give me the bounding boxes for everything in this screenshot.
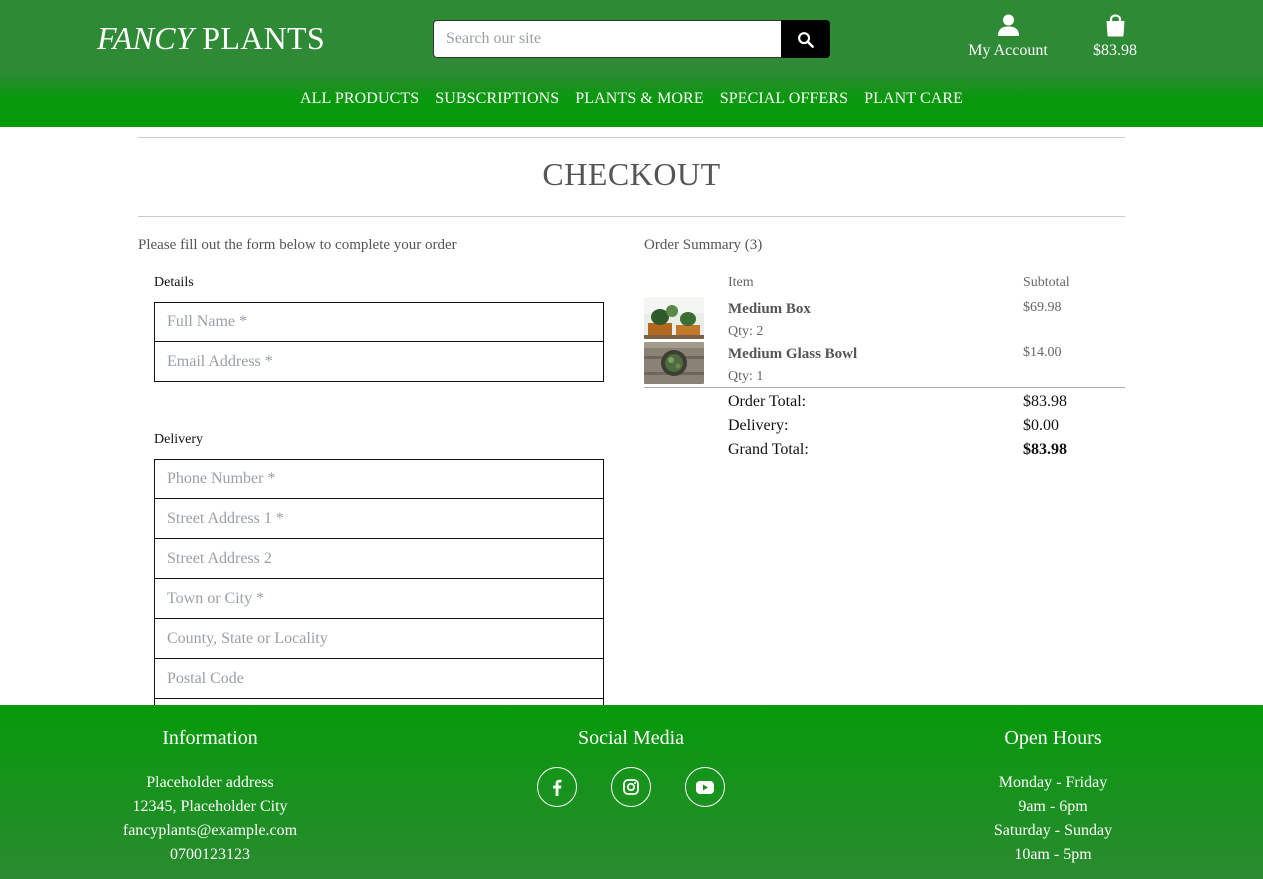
nav-special-offers[interactable]: SPECIAL OFFERS (720, 90, 848, 107)
grand-total-label: Grand Total: (728, 441, 809, 458)
street-address-2-field[interactable] (154, 539, 604, 579)
item-name[interactable]: Medium Glass Bowl (728, 346, 857, 363)
nav-subscriptions[interactable]: SUBSCRIPTIONS (435, 90, 559, 107)
nav-plants-and-more[interactable]: PLANTS & MORE (575, 90, 703, 107)
item-qty: Qty: 2 (728, 324, 764, 339)
order-summary: Order Summary (3) Item Subtotal Medium B… (644, 237, 1125, 458)
instagram-link[interactable] (611, 767, 651, 807)
nav-all-products[interactable]: ALL PRODUCTS (300, 90, 419, 107)
divider-under-title (138, 216, 1125, 217)
checkout-main: CHECKOUT Please fill out the form below … (138, 137, 1125, 739)
form-intro: Please fill out the form below to comple… (138, 237, 457, 253)
town-city-field[interactable] (154, 579, 604, 619)
search-input[interactable] (433, 20, 781, 58)
summary-divider (644, 387, 1125, 388)
details-fieldset (138, 302, 604, 382)
item-subtotal: $14.00 (1023, 345, 1062, 360)
email-field[interactable] (154, 342, 604, 382)
brand-part-fancy: FANCY (97, 20, 194, 56)
hours-weekend-time: 10am - 5pm (1014, 846, 1092, 863)
item-name[interactable]: Medium Box (728, 301, 811, 318)
social-links (531, 767, 731, 807)
hours-weekday-label: Monday - Friday (998, 774, 1108, 791)
user-icon (997, 14, 1019, 36)
youtube-icon (696, 780, 714, 794)
delivery-cost-value: $0.00 (1023, 417, 1059, 434)
street-address-1-field[interactable] (154, 499, 604, 539)
cart-link[interactable]: $83.98 (1085, 14, 1145, 60)
nav-plant-care[interactable]: PLANT CARE (864, 90, 963, 107)
item-subtotal: $69.98 (1023, 300, 1062, 315)
col-header-subtotal: Subtotal (1023, 275, 1070, 290)
youtube-link[interactable] (685, 767, 725, 807)
shopping-bag-icon (1106, 14, 1124, 37)
footer-social: Social Media (531, 727, 731, 807)
grand-total-value: $83.98 (1023, 441, 1067, 458)
phone-field[interactable] (154, 459, 604, 499)
hours-weekend-label: Saturday - Sunday (993, 822, 1113, 839)
full-name-field[interactable] (154, 302, 604, 342)
my-account-link[interactable]: My Account (960, 14, 1056, 60)
footer-email[interactable]: fancyplants@example.com (110, 819, 310, 843)
item-qty: Qty: 1 (728, 369, 764, 384)
footer-hours-title: Open Hours (1004, 727, 1102, 749)
delivery-cost-label: Delivery: (728, 417, 789, 434)
footer-address-line: Placeholder address (146, 774, 274, 791)
site-footer: Information Placeholder address 12345, P… (0, 705, 1263, 879)
county-field[interactable] (154, 619, 604, 659)
order-total-value: $83.98 (1023, 393, 1067, 410)
search-button[interactable] (781, 20, 830, 58)
col-header-item: Item (728, 275, 754, 290)
facebook-link[interactable] (537, 767, 577, 807)
footer-phone: 0700123123 (170, 846, 250, 863)
footer-information: Information Placeholder address 12345, P… (110, 727, 310, 867)
order-total-label: Order Total: (728, 393, 807, 410)
cart-total: $83.98 (1093, 42, 1137, 59)
details-label: Details (154, 275, 194, 290)
facebook-icon (553, 779, 562, 796)
delivery-label: Delivery (154, 432, 203, 447)
footer-city-line: 12345, Placeholder City (132, 798, 288, 815)
brand-logo[interactable]: FANCY PLANTS (97, 20, 325, 57)
main-nav: ALL PRODUCTS SUBSCRIPTIONS PLANTS & MORE… (0, 90, 1263, 108)
instagram-icon (623, 779, 639, 795)
footer-open-hours: Open Hours Monday - Friday 9am - 6pm Sat… (953, 727, 1153, 867)
order-summary-title: Order Summary (3) (644, 237, 763, 253)
my-account-label: My Account (968, 42, 1048, 59)
hours-weekday-time: 9am - 6pm (1018, 798, 1088, 815)
product-thumbnail-medium-glass-bowl[interactable] (644, 342, 704, 384)
postal-code-field[interactable] (154, 659, 604, 699)
delivery-fieldset (138, 459, 604, 739)
product-thumbnail-medium-box[interactable] (644, 297, 704, 339)
footer-info-title: Information (162, 727, 258, 749)
page-title: CHECKOUT (542, 156, 721, 192)
search-bar (433, 20, 830, 58)
search-icon (798, 31, 814, 48)
brand-part-plants: PLANTS (202, 20, 325, 56)
site-header: FANCY PLANTS My Account $83.98 ALL PRODU… (0, 0, 1263, 127)
footer-social-title: Social Media (577, 727, 685, 749)
